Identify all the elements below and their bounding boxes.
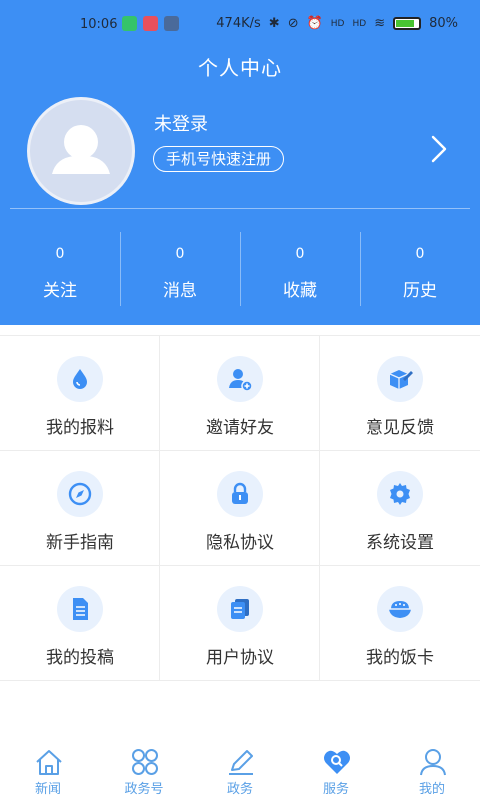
tab-label: 新闻 [34, 782, 61, 797]
tab-services[interactable]: 服务 [288, 742, 384, 800]
menu-item-invite-friends[interactable]: 邀请好友 [160, 336, 320, 451]
notification-icons [122, 16, 179, 31]
menu-label: 意见反馈 [366, 418, 434, 438]
gear-icon [377, 471, 423, 517]
stat-favorites[interactable]: 0 收藏 [240, 230, 360, 306]
stat-messages[interactable]: 0 消息 [120, 230, 240, 306]
tab-news[interactable]: 新闻 [0, 742, 96, 800]
message-app-icon [164, 16, 179, 31]
menu-label: 用户协议 [206, 648, 274, 668]
bluetooth-icon: ✱ [268, 16, 280, 31]
add-user-icon [217, 356, 263, 402]
stat-label: 历史 [403, 281, 437, 301]
status-time: 10:06 [80, 17, 118, 32]
page-title: 个人中心 [198, 56, 282, 80]
rice-bowl-icon [377, 586, 423, 632]
login-status[interactable]: 未登录 [154, 110, 208, 136]
stat-label: 收藏 [283, 281, 317, 301]
user-silhouette-icon [52, 125, 110, 174]
droplet-icon [57, 356, 103, 402]
stat-follow[interactable]: 0 关注 [0, 230, 120, 306]
bottom-tab-bar: 新闻 政务号 政务 服务 我的 [0, 742, 480, 800]
status-right: 474K/s ✱ ⊘ ⏰ HD HD ≋ 80% [216, 16, 458, 31]
avatar[interactable] [27, 97, 135, 205]
menu-item-feedback[interactable]: 意见反馈 [320, 336, 480, 451]
chevron-right-icon[interactable] [430, 135, 448, 163]
menu-item-guide[interactable]: 新手指南 [0, 451, 160, 566]
menu-item-submissions[interactable]: 我的投稿 [0, 566, 160, 681]
compass-icon [57, 471, 103, 517]
stat-count: 0 [295, 246, 305, 262]
battery-level: 80% [429, 16, 458, 31]
tab-label: 我的 [418, 782, 445, 797]
menu-label: 邀请好友 [206, 418, 274, 438]
wifi-icon: ≋ [374, 16, 386, 31]
person-icon [420, 749, 446, 776]
network-speed: 474K/s [216, 16, 261, 31]
feedback-box-icon [377, 356, 423, 402]
tab-label: 政务号 [124, 782, 164, 797]
mute-icon: ⊘ [287, 16, 299, 31]
tab-gov-affairs[interactable]: 政务 [192, 742, 288, 800]
home-icon [36, 750, 62, 775]
document-icon [57, 586, 103, 632]
status-bar: 10:06 474K/s ✱ ⊘ ⏰ HD HD ≋ 80% [0, 0, 480, 46]
alarm-icon: ⏰ [306, 16, 323, 31]
stat-count: 0 [415, 246, 425, 262]
android-app-icon [122, 16, 137, 31]
menu-label: 隐私协议 [206, 533, 274, 553]
stat-label: 关注 [43, 281, 77, 301]
profile-header: 10:06 474K/s ✱ ⊘ ⏰ HD HD ≋ 80% 个人中心 未登录 … [0, 0, 480, 325]
heart-search-icon [324, 750, 350, 774]
tab-label: 服务 [322, 782, 349, 797]
app-notification-icon [143, 16, 158, 31]
stat-label: 消息 [163, 281, 197, 301]
menu-grid: 我的报料 邀请好友 意见反馈 新手指南 隐私协议 系统设置 我的投稿 用户协议 … [0, 335, 480, 681]
signal-hd1-icon: HD [330, 18, 345, 29]
menu-item-my-reports[interactable]: 我的报料 [0, 336, 160, 451]
menu-label: 新手指南 [46, 533, 114, 553]
pencil-icon [229, 750, 253, 775]
signal-hd2-icon: HD [352, 18, 367, 29]
menu-label: 我的饭卡 [366, 648, 434, 668]
tab-label: 政务 [226, 782, 253, 797]
tab-mine[interactable]: 我的 [384, 742, 480, 800]
menu-item-privacy[interactable]: 隐私协议 [160, 451, 320, 566]
menu-item-meal-card[interactable]: 我的饭卡 [320, 566, 480, 681]
menu-item-user-agreement[interactable]: 用户协议 [160, 566, 320, 681]
stat-count: 0 [55, 246, 65, 262]
menu-item-settings[interactable]: 系统设置 [320, 451, 480, 566]
clover-icon [132, 749, 158, 775]
battery-icon [393, 17, 422, 30]
stats-row: 0 关注 0 消息 0 收藏 0 历史 [0, 230, 480, 306]
menu-label: 我的报料 [46, 418, 114, 438]
header-divider [10, 208, 470, 209]
stat-count: 0 [175, 246, 185, 262]
tab-gov-accounts[interactable]: 政务号 [96, 742, 192, 800]
menu-label: 系统设置 [366, 533, 434, 553]
stat-history[interactable]: 0 历史 [360, 230, 480, 306]
agreement-icon [217, 586, 263, 632]
lock-icon [217, 471, 263, 517]
register-button[interactable]: 手机号快速注册 [153, 146, 285, 172]
menu-label: 我的投稿 [46, 648, 114, 668]
